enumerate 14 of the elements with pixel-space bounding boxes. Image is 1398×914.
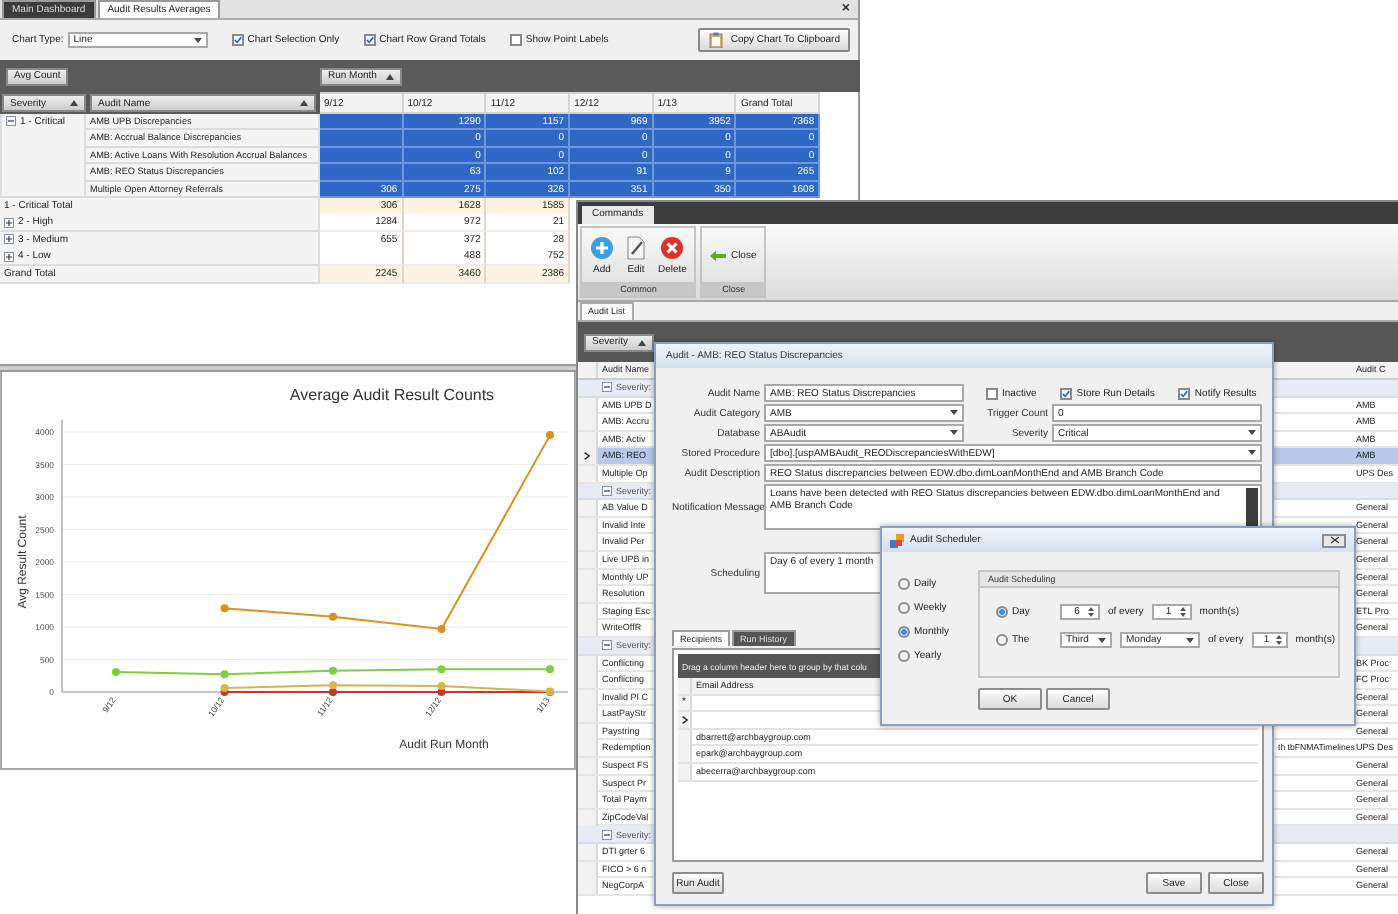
point: [546, 431, 554, 440]
chart-title: Average Audit Result Counts: [289, 386, 495, 404]
point: [437, 665, 446, 674]
point: [329, 681, 337, 690]
point: [220, 670, 229, 679]
point: [329, 612, 337, 621]
point: [437, 682, 446, 691]
point: [329, 666, 337, 675]
point: [546, 665, 554, 674]
point: [437, 625, 446, 634]
point: [329, 688, 337, 696]
point: [220, 604, 229, 613]
point: [112, 668, 120, 677]
point: [220, 683, 229, 692]
